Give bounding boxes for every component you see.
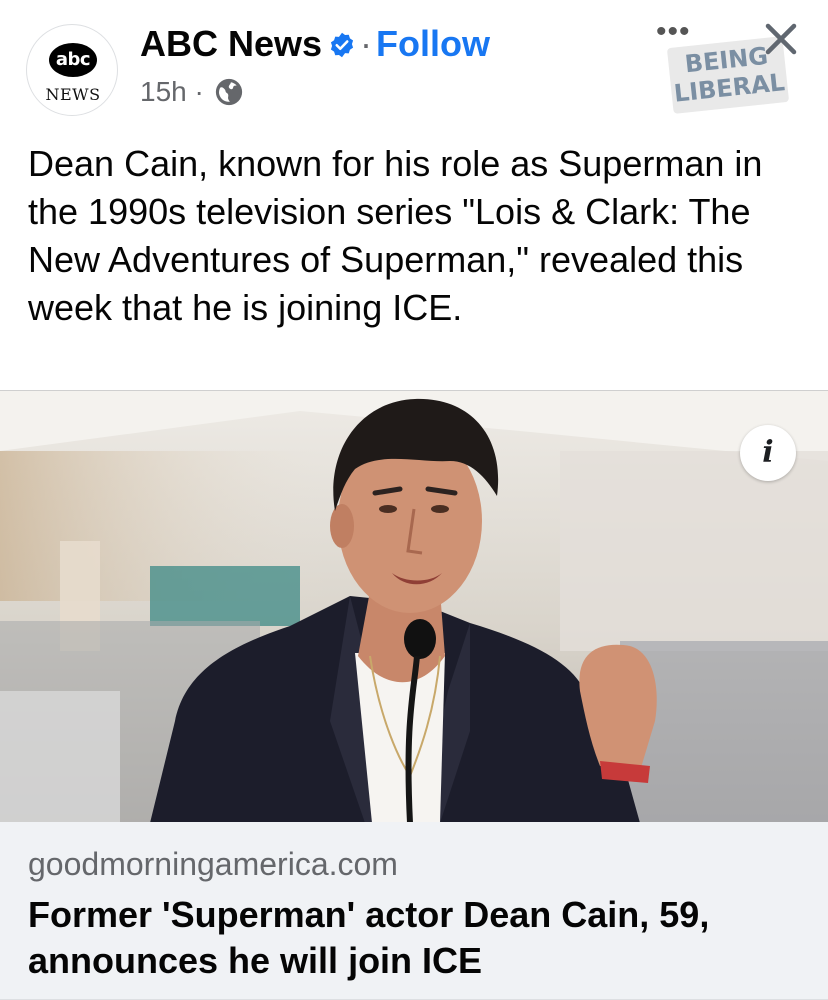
link-domain: goodmorningamerica.com: [28, 846, 398, 882]
link-preview-image[interactable]: [0, 390, 828, 823]
name-separator: ·: [360, 23, 373, 64]
close-icon[interactable]: [760, 18, 802, 60]
more-dots-icon[interactable]: •••: [656, 17, 691, 47]
verified-badge-icon: [330, 32, 354, 58]
abc-logo: abc: [49, 43, 97, 77]
photo-man-speaking-at-microphone: [0, 391, 828, 823]
page-avatar[interactable]: abc NEWS: [26, 24, 118, 116]
abc-logo-news-text: NEWS: [45, 85, 101, 104]
post-meta: 15h ·: [140, 72, 244, 112]
meta-separator: ·: [194, 76, 204, 107]
globe-icon[interactable]: [214, 77, 244, 107]
post-timestamp[interactable]: 15h: [140, 76, 187, 107]
link-preview-footer[interactable]: goodmorningamerica.com Former 'Superman'…: [0, 822, 828, 1000]
page-name-row: ABC News · Follow: [140, 22, 490, 66]
post-message: Dean Cain, known for his role as Superma…: [28, 143, 763, 328]
link-title[interactable]: Former 'Superman' actor Dean Cain, 59, a…: [28, 892, 808, 984]
info-button[interactable]: i: [740, 425, 796, 481]
facebook-post: abc NEWS ABC News · Follow 15h · ••• BEIN…: [0, 0, 828, 1000]
follow-button[interactable]: Follow: [376, 23, 490, 64]
post-header: abc NEWS ABC News · Follow 15h · ••• BEIN…: [0, 0, 828, 130]
page-name-link[interactable]: ABC News: [140, 23, 322, 64]
